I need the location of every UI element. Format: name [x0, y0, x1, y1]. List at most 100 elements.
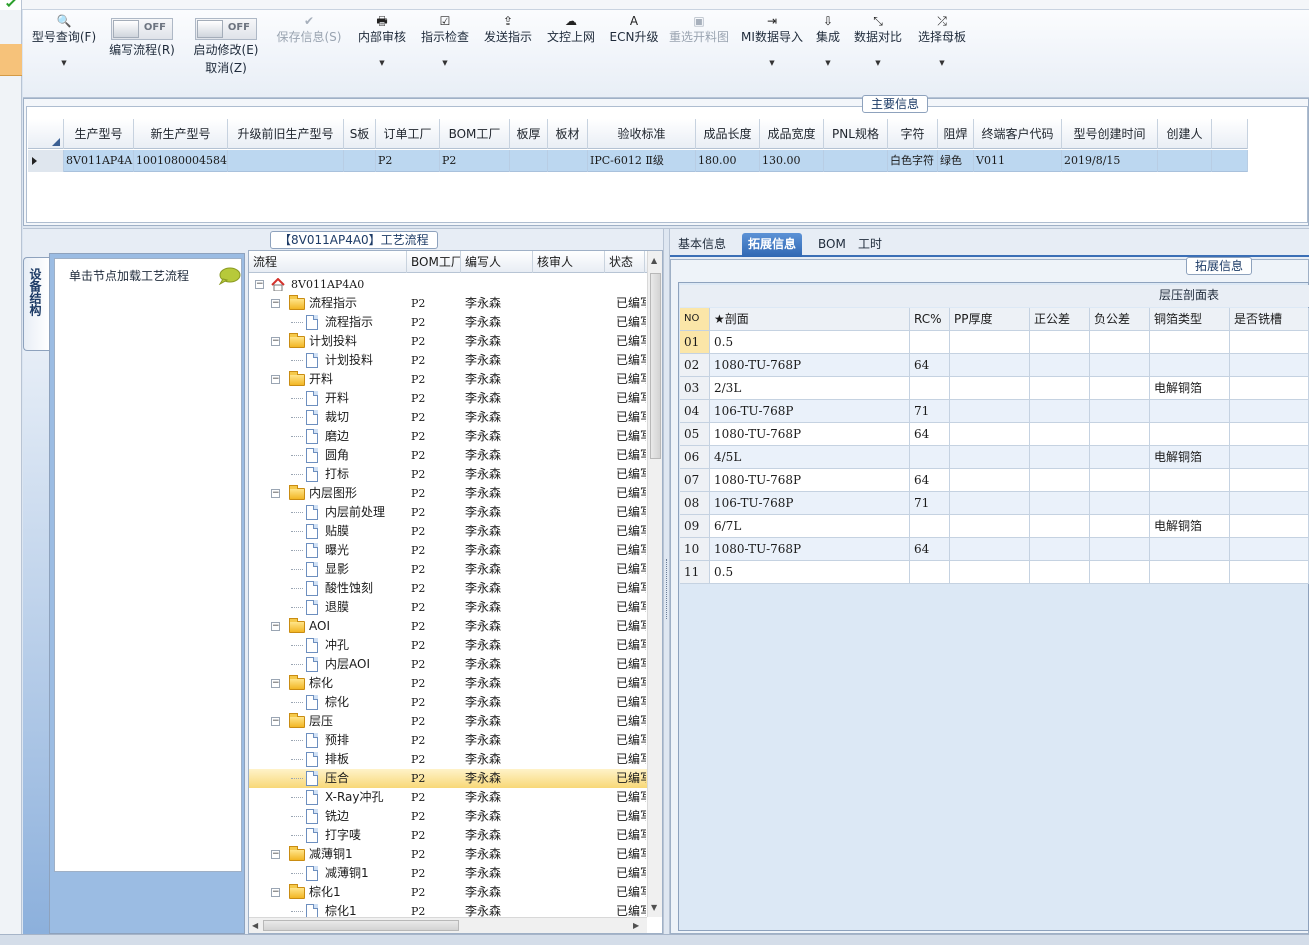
lamination-col-header[interactable]: 正公差: [1030, 308, 1090, 330]
tree-node[interactable]: 流程指示 P2 李永森 已编写: [249, 313, 649, 332]
lamination-cell[interactable]: [1230, 446, 1309, 468]
toolbar-button-1[interactable]: ✔ 保存信息(S): [274, 10, 344, 98]
lamination-cell[interactable]: 11: [680, 561, 710, 583]
tab-3[interactable]: 工时: [852, 233, 888, 257]
lamination-row[interactable]: 09 6/7L 电解铜箔: [680, 515, 1309, 538]
grid-col-header[interactable]: 创建人: [1158, 119, 1212, 149]
toolbar-button-10[interactable]: ⤡ 数据对比 ▼: [852, 10, 904, 98]
lamination-cell[interactable]: [910, 377, 950, 399]
toolbar-button-11[interactable]: ⤮ 选择母板 ▼: [916, 10, 968, 98]
tree-node[interactable]: 铣边 P2 李永森 已编写: [249, 807, 649, 826]
home-tab[interactable]: [0, 0, 22, 10]
tree-col-header[interactable]: 流程: [249, 251, 407, 273]
grid-cell[interactable]: 绿色: [938, 150, 974, 172]
lamination-cell[interactable]: [1090, 331, 1150, 353]
grid-cell[interactable]: 10010800045845: [134, 150, 228, 172]
grid-col-header[interactable]: PNL规格: [824, 119, 888, 149]
collapse-icon[interactable]: −: [271, 679, 280, 688]
grid-cell[interactable]: [510, 150, 548, 172]
lamination-cell[interactable]: [950, 423, 1030, 445]
process-tree-hscroll-thumb[interactable]: [263, 920, 459, 931]
lamination-cell[interactable]: [1150, 400, 1230, 422]
toggle-0[interactable]: OFF 编写流程(R): [107, 18, 177, 68]
lamination-cell[interactable]: 1080-TU-768P: [710, 538, 910, 560]
side-tab-equipment[interactable]: 设备结构: [23, 257, 49, 351]
lamination-cell[interactable]: 6/7L: [710, 515, 910, 537]
grid-col-header[interactable]: 阻焊: [938, 119, 974, 149]
lamination-cell[interactable]: 4/5L: [710, 446, 910, 468]
collapse-icon[interactable]: −: [271, 375, 280, 384]
lamination-cell[interactable]: [910, 515, 950, 537]
tree-col-header[interactable]: BOM工厂: [407, 251, 461, 273]
lamination-cell[interactable]: [1230, 400, 1309, 422]
lamination-cell[interactable]: [1030, 400, 1090, 422]
lamination-cell[interactable]: [1230, 538, 1309, 560]
lamination-row[interactable]: 06 4/5L 电解铜箔: [680, 446, 1309, 469]
lamination-cell[interactable]: 05: [680, 423, 710, 445]
grid-col-header[interactable]: 生产型号: [64, 119, 134, 149]
tree-node[interactable]: − 棕化 P2 李永森 已编写: [249, 674, 649, 693]
lamination-cell[interactable]: [950, 538, 1030, 560]
tab-1[interactable]: 拓展信息: [742, 233, 803, 257]
dropdown-arrow-icon[interactable]: ▼: [916, 59, 968, 67]
tree-root-node[interactable]: − 8V011AP4A0: [249, 275, 649, 294]
lamination-cell[interactable]: [1150, 354, 1230, 376]
lamination-cell[interactable]: [1230, 492, 1309, 514]
toolbar-button-2[interactable]: 🖶 内部审核 ▼: [356, 10, 408, 98]
lamination-col-header[interactable]: NO: [680, 308, 710, 330]
lamination-cell[interactable]: 03: [680, 377, 710, 399]
process-tree-vscrollbar[interactable]: ▲ ▼: [647, 251, 662, 917]
grid-cell[interactable]: P2: [376, 150, 440, 172]
lamination-cell[interactable]: [1090, 354, 1150, 376]
lamination-cell[interactable]: 106-TU-768P: [710, 400, 910, 422]
collapse-icon[interactable]: −: [271, 888, 280, 897]
tree-node[interactable]: 计划投料 P2 李永森 已编写: [249, 351, 649, 370]
left-nav-active-item[interactable]: [0, 44, 22, 76]
lamination-cell[interactable]: [1090, 561, 1150, 583]
lamination-col-header[interactable]: 是否铣槽: [1230, 308, 1309, 330]
tree-node[interactable]: 退膜 P2 李永森 已编写: [249, 598, 649, 617]
toggle-switch[interactable]: OFF: [111, 18, 173, 40]
lamination-cell[interactable]: [1090, 400, 1150, 422]
grid-cell[interactable]: [1158, 150, 1212, 172]
grid-cell[interactable]: 白色字符: [888, 150, 938, 172]
tree-node[interactable]: 打标 P2 李永森 已编写: [249, 465, 649, 484]
lamination-cell[interactable]: [1090, 377, 1150, 399]
lamination-cell[interactable]: [950, 400, 1030, 422]
scroll-down-icon[interactable]: ▼: [651, 903, 657, 913]
lamination-cell[interactable]: 64: [910, 469, 950, 491]
dropdown-arrow-icon[interactable]: ▼: [739, 59, 805, 67]
lamination-col-header[interactable]: 铜箔类型: [1150, 308, 1230, 330]
lamination-cell[interactable]: 电解铜箔: [1150, 515, 1230, 537]
tree-node[interactable]: 预排 P2 李永森 已编写: [249, 731, 649, 750]
lamination-cell[interactable]: [1150, 561, 1230, 583]
process-tree-vscroll-thumb[interactable]: [650, 273, 661, 459]
dropdown-arrow-icon[interactable]: ▼: [852, 59, 904, 67]
grid-cell[interactable]: [824, 150, 888, 172]
lamination-cell[interactable]: [1090, 515, 1150, 537]
tree-node[interactable]: 曝光 P2 李永森 已编写: [249, 541, 649, 560]
lamination-row[interactable]: 02 1080-TU-768P 64: [680, 354, 1309, 377]
lamination-cell[interactable]: [1150, 469, 1230, 491]
scroll-right-icon[interactable]: ▶: [633, 921, 639, 931]
lamination-cell[interactable]: [950, 331, 1030, 353]
collapse-icon[interactable]: −: [271, 850, 280, 859]
collapse-icon[interactable]: −: [271, 717, 280, 726]
grid-cell[interactable]: 180.00: [696, 150, 760, 172]
grid-col-header[interactable]: 终端客户代码: [974, 119, 1062, 149]
lamination-cell[interactable]: [1030, 492, 1090, 514]
lamination-cell[interactable]: [1150, 331, 1230, 353]
grid-cell[interactable]: P2: [440, 150, 510, 172]
tree-node[interactable]: 打字唛 P2 李永森 已编写: [249, 826, 649, 845]
tree-node[interactable]: − 层压 P2 李永森 已编写: [249, 712, 649, 731]
lamination-cell[interactable]: 64: [910, 354, 950, 376]
lamination-cell[interactable]: 71: [910, 492, 950, 514]
collapse-icon[interactable]: −: [271, 299, 280, 308]
lamination-cell[interactable]: 106-TU-768P: [710, 492, 910, 514]
lamination-cell[interactable]: [1150, 492, 1230, 514]
grid-col-header[interactable]: 成品长度: [696, 119, 760, 149]
lamination-cell[interactable]: [1030, 446, 1090, 468]
tree-col-header[interactable]: 编写人: [461, 251, 533, 273]
tree-node[interactable]: 圆角 P2 李永森 已编写: [249, 446, 649, 465]
lamination-cell[interactable]: 64: [910, 538, 950, 560]
